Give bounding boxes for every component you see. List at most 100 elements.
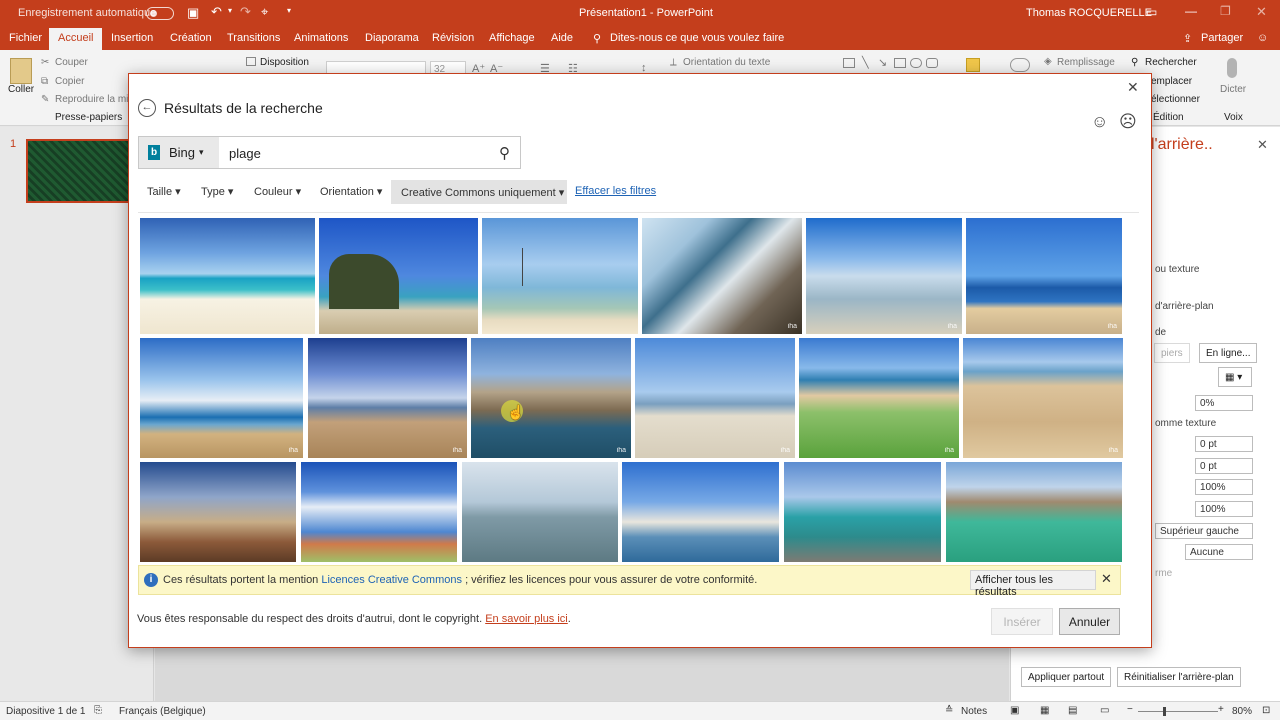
fill-button[interactable]: Remplissage	[1057, 57, 1115, 68]
undo-dropdown-icon[interactable]: ▾	[228, 6, 232, 15]
tab-animations[interactable]: Animations	[294, 32, 348, 44]
apply-all-button[interactable]: Appliquer partout	[1021, 667, 1112, 687]
notes-icon[interactable]: ≙	[945, 705, 953, 716]
paste-icon[interactable]	[10, 58, 32, 84]
image-result[interactable]	[319, 218, 478, 334]
texture-picker-icon[interactable]: ▦ ▾	[1218, 367, 1252, 387]
tab-diaporama[interactable]: Diaporama	[365, 32, 419, 44]
image-result[interactable]	[140, 462, 296, 562]
text-orientation-button[interactable]: Orientation du texte	[683, 57, 770, 68]
scale-y-field[interactable]: 100%	[1195, 501, 1253, 517]
cc-license-link[interactable]: Licences Creative Commons	[321, 574, 462, 586]
cancel-button[interactable]: Annuler	[1059, 608, 1120, 635]
image-result[interactable]: iha	[140, 338, 303, 458]
slideshow-view-icon[interactable]: ▭	[1100, 705, 1109, 716]
save-icon[interactable]: ▣	[187, 5, 199, 21]
mirror-select[interactable]: Aucune	[1185, 544, 1253, 560]
copy-icon[interactable]: ⧉	[41, 76, 48, 87]
text-orientation-icon[interactable]: ⟂	[670, 57, 677, 68]
image-result[interactable]	[140, 218, 315, 334]
select-button[interactable]: électionner	[1151, 94, 1200, 105]
layout-icon[interactable]	[246, 57, 256, 66]
find-button[interactable]: Rechercher	[1145, 57, 1197, 68]
rounded-rect-shape-icon[interactable]	[926, 58, 938, 68]
pane-close-icon[interactable]: ✕	[1257, 137, 1268, 153]
tile-texture-label[interactable]: omme texture	[1155, 418, 1216, 429]
microphone-icon[interactable]	[1227, 58, 1237, 78]
paste-button[interactable]: Coller	[8, 84, 34, 95]
image-result[interactable]	[482, 218, 638, 334]
reading-view-icon[interactable]: ▤	[1068, 705, 1077, 716]
redo-icon[interactable]: ↷	[240, 4, 251, 20]
tab-aide[interactable]: Aide	[551, 32, 573, 44]
fill-icon[interactable]: ◈	[1044, 56, 1052, 67]
image-result[interactable]: iha	[635, 338, 795, 458]
image-result[interactable]: iha	[963, 338, 1123, 458]
cut-button[interactable]: Couper	[55, 57, 88, 68]
image-result[interactable]: iha	[966, 218, 1122, 334]
search-icon[interactable]: ⚲	[499, 144, 510, 162]
minimize-icon[interactable]: —	[1185, 4, 1197, 18]
quick-styles-icon[interactable]	[1010, 58, 1030, 72]
info-close-icon[interactable]: ✕	[1101, 571, 1112, 587]
filter-type[interactable]: Type ▾	[201, 185, 233, 198]
sorter-view-icon[interactable]: ▦	[1040, 705, 1049, 716]
papers-button[interactable]: piers	[1154, 343, 1190, 363]
alignment-select[interactable]: Supérieur gauche	[1155, 523, 1253, 539]
present-icon[interactable]: ⌖	[261, 4, 268, 20]
back-arrow-icon[interactable]: ←	[138, 99, 156, 117]
arrow-shape-icon[interactable]: ↘	[878, 56, 887, 69]
online-button[interactable]: En ligne...	[1199, 343, 1258, 363]
clear-filters-link[interactable]: Effacer les filtres	[575, 185, 656, 197]
find-icon[interactable]: ⚲	[1131, 57, 1138, 68]
language-indicator[interactable]: Français (Belgique)	[119, 706, 206, 717]
dialog-close-icon[interactable]: ✕	[1127, 79, 1139, 96]
zoom-in-icon[interactable]: +	[1218, 704, 1224, 715]
share-button[interactable]: Partager	[1201, 32, 1243, 44]
filter-orientation[interactable]: Orientation ▾	[320, 185, 382, 198]
fit-slide-icon[interactable]: ⊡	[1262, 705, 1270, 716]
share-icon[interactable]: ⇪	[1183, 32, 1192, 45]
image-result[interactable]	[462, 462, 618, 562]
scale-x-field[interactable]: 100%	[1195, 479, 1253, 495]
insert-button[interactable]: Insérer	[991, 608, 1053, 635]
rectangle-shape-icon[interactable]	[894, 58, 906, 68]
image-result[interactable]: iha	[806, 218, 962, 334]
format-painter-button[interactable]: Reproduire la mise	[55, 94, 139, 105]
zoom-slider-thumb[interactable]	[1163, 707, 1166, 716]
transparency-field[interactable]: 0%	[1195, 395, 1253, 411]
search-input[interactable]: plage	[229, 146, 261, 161]
offset-x-field[interactable]: 0 pt	[1195, 436, 1253, 452]
image-result[interactable]	[784, 462, 941, 562]
hide-bg-label[interactable]: d'arrière-plan	[1155, 301, 1214, 312]
customize-qat-icon[interactable]: ▾	[287, 6, 291, 15]
offset-y-field[interactable]: 0 pt	[1195, 458, 1253, 474]
slide-thumbnail[interactable]	[26, 139, 134, 203]
line-shape-icon[interactable]: ╲	[862, 56, 869, 69]
filter-size[interactable]: Taille ▾	[147, 185, 181, 198]
ribbon-options-icon[interactable]: ☺	[1257, 32, 1268, 44]
accessibility-icon[interactable]: ⎘	[94, 705, 102, 716]
arrange-icon[interactable]	[966, 58, 980, 72]
image-result[interactable]	[622, 462, 779, 562]
tab-accueil[interactable]: Accueil	[49, 28, 103, 50]
tab-fichier[interactable]: Fichier	[9, 32, 42, 44]
restore-icon[interactable]: ❐	[1220, 4, 1231, 18]
learn-more-link[interactable]: En savoir plus ici	[485, 613, 568, 625]
image-result[interactable]	[946, 462, 1122, 562]
show-all-results-button[interactable]: Afficher tous les résultats	[970, 570, 1096, 598]
image-result[interactable]: iha	[799, 338, 959, 458]
tell-me-input[interactable]: Dites-nous ce que vous voulez faire	[610, 32, 784, 44]
frown-feedback-icon[interactable]: ☹	[1119, 112, 1137, 132]
image-result[interactable]: iha	[308, 338, 467, 458]
image-result[interactable]: iha	[471, 338, 631, 458]
layout-button[interactable]: Disposition	[260, 57, 309, 68]
notes-button[interactable]: Notes	[961, 706, 987, 717]
smile-feedback-icon[interactable]: ☺	[1091, 112, 1108, 132]
tab-transitions[interactable]: Transitions	[227, 32, 280, 44]
reset-background-button[interactable]: Réinitialiser l'arrière-plan	[1117, 667, 1241, 687]
cut-icon[interactable]: ✂	[41, 57, 49, 68]
zoom-out-icon[interactable]: −	[1127, 704, 1133, 715]
copy-button[interactable]: Copier	[55, 76, 84, 87]
replace-button[interactable]: emplacer	[1151, 76, 1192, 87]
